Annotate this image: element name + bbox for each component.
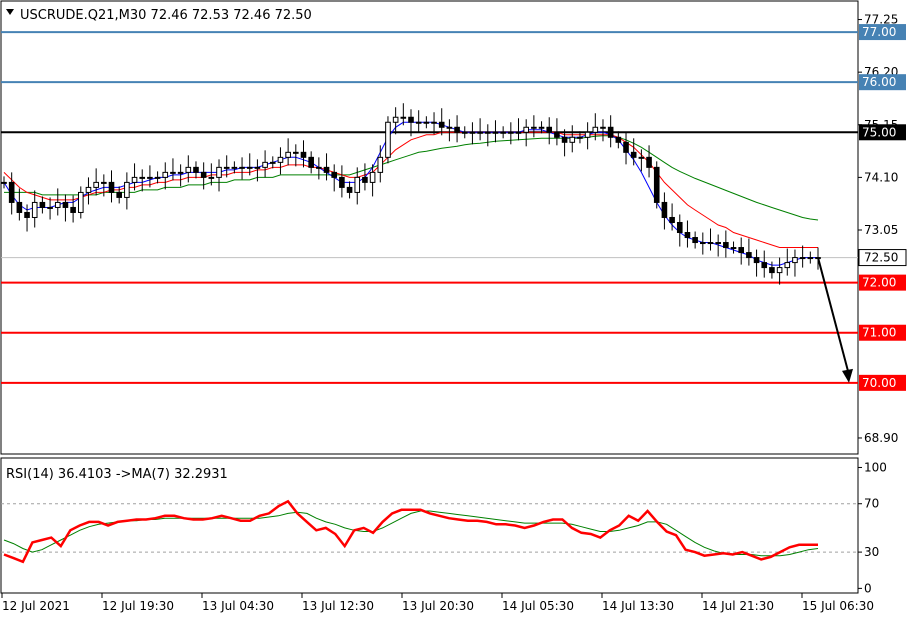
time-tick-label: 14 Jul 21:30 — [702, 599, 774, 613]
rsi-tick-label: 30 — [864, 545, 879, 559]
candle — [385, 116, 391, 164]
price-axis: 77.2576.2075.1574.1073.0568.9077.0076.00… — [858, 13, 907, 445]
time-tick-label: 13 Jul 04:30 — [202, 599, 274, 613]
price-tick-label: 74.10 — [864, 170, 898, 184]
chart-window: 77.2576.2075.1574.1073.0568.9077.0076.00… — [0, 0, 915, 625]
level-price-label: 75.00 — [862, 125, 896, 139]
time-tick-label: 13 Jul 12:30 — [302, 599, 374, 613]
rsi-tick-label: 0 — [864, 581, 872, 595]
time-tick-label: 14 Jul 13:30 — [602, 599, 674, 613]
rsi-tick-label: 100 — [864, 460, 887, 474]
time-tick-label: 15 Jul 06:30 — [802, 599, 874, 613]
time-tick-label: 13 Jul 20:30 — [402, 599, 474, 613]
main-panel-bg — [0, 0, 859, 455]
current-price-label: 72.50 — [864, 251, 898, 265]
price-tick-label: 73.05 — [864, 223, 898, 237]
candle — [653, 161, 660, 209]
rsi-label: RSI(14) 36.4103 ->MA(7) 32.2931 — [6, 467, 228, 482]
chart-canvas[interactable]: 77.2576.2075.1574.1073.0568.9077.0076.00… — [0, 0, 915, 625]
time-tick-label: 12 Jul 2021 — [2, 599, 70, 613]
price-tick-label: 68.90 — [864, 431, 898, 445]
time-axis: 12 Jul 2021 12 Jul 19:30 13 Jul 04:30 13 Ju… — [1, 593, 874, 613]
level-price-label: 71.00 — [862, 326, 896, 340]
level-price-label: 76.00 — [862, 75, 896, 89]
symbol-header: USCRUDE.Q21,M30 72.46 72.53 72.46 72.50 — [20, 8, 312, 23]
time-tick-label: 14 Jul 05:30 — [502, 599, 574, 613]
time-tick-label: 12 Jul 19:30 — [102, 599, 174, 613]
rsi-tick-label: 70 — [864, 497, 879, 511]
level-price-label: 72.00 — [862, 276, 896, 290]
level-price-label: 77.00 — [862, 25, 896, 39]
level-price-label: 70.00 — [862, 376, 896, 390]
